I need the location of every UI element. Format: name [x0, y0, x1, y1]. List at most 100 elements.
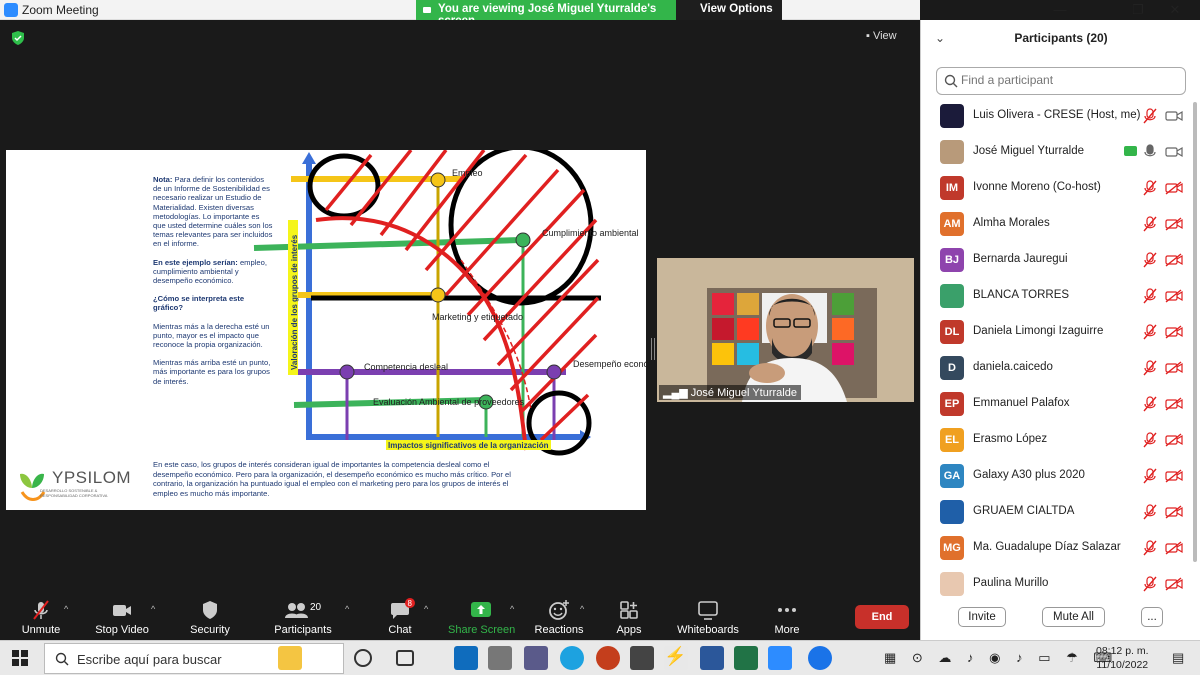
participant-row[interactable]: Ddaniela.caicedo [921, 350, 1200, 386]
system-tray-icons[interactable]: ▦ ⊙ ☁ ♪ ◉ ♪ ▭ ☂ ⌨ [884, 650, 1118, 666]
reactions-button[interactable]: Reactions [534, 598, 584, 640]
more-button[interactable]: More [770, 598, 804, 640]
participant-row[interactable]: GRUAEM CIALTDA [921, 494, 1200, 530]
app-icon[interactable]: ⚡ [664, 646, 688, 670]
screen-share-icon [423, 7, 431, 13]
participant-row[interactable]: EL Erasmo López [921, 422, 1200, 458]
participants-button[interactable]: 20 Participants [272, 598, 334, 640]
store-icon[interactable] [524, 646, 548, 670]
label-marketing: Marketing y etiquetado [432, 312, 523, 322]
video-name-tag: ▂▄▆ José Miguel Yturralde [659, 385, 801, 400]
participant-row[interactable]: MG Ma. Guadalupe Díaz Salazar [921, 530, 1200, 566]
participant-row[interactable]: EP Emmanuel Palafox [921, 386, 1200, 422]
video-tile[interactable]: ▂▄▆ José Miguel Yturralde [657, 258, 914, 402]
participant-row[interactable]: GA Galaxy A30 plus 2020 [921, 458, 1200, 494]
avatar [940, 140, 964, 164]
apps-label: Apps [616, 624, 642, 636]
speaker-video [657, 258, 914, 402]
powerpoint-icon[interactable] [596, 646, 620, 670]
mic-muted-icon [33, 600, 49, 620]
video-name-label: José Miguel Yturralde [690, 387, 797, 399]
participant-row[interactable]: BLANCA TORRES [921, 278, 1200, 314]
participants-count: 20 [310, 602, 322, 613]
chat-icon: 8 [391, 598, 415, 619]
taskbar-clock[interactable]: 08:12 p. m. 11/10/2022 [1096, 644, 1149, 672]
zoom-icon[interactable] [768, 646, 792, 670]
camera-off-icon [1165, 433, 1183, 447]
outlook-icon[interactable] [454, 646, 478, 670]
meeting-area: ▪︎ View Valoración de los grupos de inte… [0, 20, 920, 598]
screen-share-icon [1124, 146, 1137, 156]
how-text-1: Mientras más a la derecha esté un punto,… [153, 321, 270, 350]
mic-muted-icon [1143, 324, 1157, 340]
end-button[interactable]: End [855, 605, 909, 629]
notifications-icon[interactable]: ▤ [1172, 650, 1184, 666]
logo-text: YPSILOM [52, 468, 132, 487]
participant-row[interactable]: DL Daniela Limongi Izaguirre [921, 314, 1200, 350]
mic-muted-icon [1143, 468, 1157, 484]
security-button[interactable]: Security [186, 598, 234, 640]
mic-icon [1144, 144, 1156, 157]
unmute-button[interactable]: Unmute [16, 598, 66, 640]
label-cumplimiento: Cumplimiento ambiental [542, 228, 639, 238]
avatar [940, 284, 964, 308]
maximize-button[interactable]: ❐ [1118, 0, 1158, 20]
apps-button[interactable]: Apps [612, 598, 646, 640]
cumplimiento-point [515, 232, 531, 248]
camera-off-icon [1165, 505, 1183, 519]
view-options-button[interactable]: View Options ⌄ [676, 0, 782, 29]
close-button[interactable]: ✕ [1155, 0, 1195, 20]
windows-start-icon[interactable] [12, 650, 28, 666]
excel-icon[interactable] [734, 646, 758, 670]
participant-row[interactable]: Paulina Murillo [921, 566, 1200, 602]
share-screen-button[interactable]: Share Screen [448, 598, 516, 640]
avatar: DL [940, 320, 964, 344]
file-explorer-icon[interactable] [488, 646, 512, 670]
help-icon[interactable] [808, 646, 832, 670]
task-view-icon[interactable] [396, 650, 414, 666]
mic-muted-icon [1143, 360, 1157, 376]
mute-all-button[interactable]: Mute All [1042, 607, 1105, 627]
share-screen-label: Share Screen [448, 624, 516, 636]
participant-row[interactable]: Luis Olivera - CRESE (Host, me) [921, 98, 1200, 134]
chevron-up-icon[interactable]: ^ [580, 604, 584, 614]
chevron-up-icon[interactable]: ^ [345, 604, 349, 614]
search-icon [55, 652, 69, 666]
reactions-label: Reactions [534, 624, 584, 636]
participant-search[interactable] [936, 67, 1186, 95]
split-handle[interactable] [651, 338, 655, 360]
y-axis-arrow [302, 152, 316, 164]
participant-row[interactable]: AM Almha Morales [921, 206, 1200, 242]
chevron-up-icon[interactable]: ^ [64, 604, 68, 614]
mail-icon[interactable] [630, 646, 654, 670]
participant-row[interactable]: BJ Bernarda Jauregui [921, 242, 1200, 278]
search-input[interactable] [961, 73, 1181, 87]
panel-more-button[interactable]: ... [1141, 607, 1163, 627]
mic-muted-icon [1143, 216, 1157, 232]
chevron-up-icon[interactable]: ^ [151, 604, 155, 614]
cortana-icon[interactable] [354, 649, 372, 667]
camera-off-icon [1165, 325, 1183, 339]
chat-button[interactable]: 8 Chat [380, 598, 420, 640]
invite-button[interactable]: Invite [958, 607, 1006, 627]
stop-video-button[interactable]: Stop Video [92, 598, 152, 640]
mic-muted-icon [1143, 252, 1157, 268]
chevron-up-icon[interactable]: ^ [424, 604, 428, 614]
participant-scrollbar[interactable] [1193, 102, 1197, 562]
chart-xlabel: Impactos significativos de la organizaci… [388, 441, 549, 450]
edge-icon[interactable] [560, 646, 584, 670]
chat-label: Chat [388, 624, 412, 636]
participant-name: Ivonne Moreno (Co-host) [973, 181, 1101, 193]
word-icon[interactable] [700, 646, 724, 670]
view-label: View [872, 30, 897, 42]
chevron-up-icon[interactable]: ^ [510, 604, 514, 614]
mic-muted-icon [1143, 540, 1157, 556]
camera-off-icon [1165, 469, 1183, 483]
participant-row[interactable]: José Miguel Yturralde [921, 134, 1200, 170]
whiteboards-button[interactable]: Whiteboards [676, 598, 740, 640]
participant-row[interactable]: IM Ivonne Moreno (Co-host) [921, 170, 1200, 206]
minimize-button[interactable]: — [1040, 0, 1080, 20]
avatar: EL [940, 428, 964, 452]
slide-notes: Nota: Para definir los contenidos de un … [153, 175, 273, 395]
view-button[interactable]: ▪︎ View [866, 30, 897, 42]
